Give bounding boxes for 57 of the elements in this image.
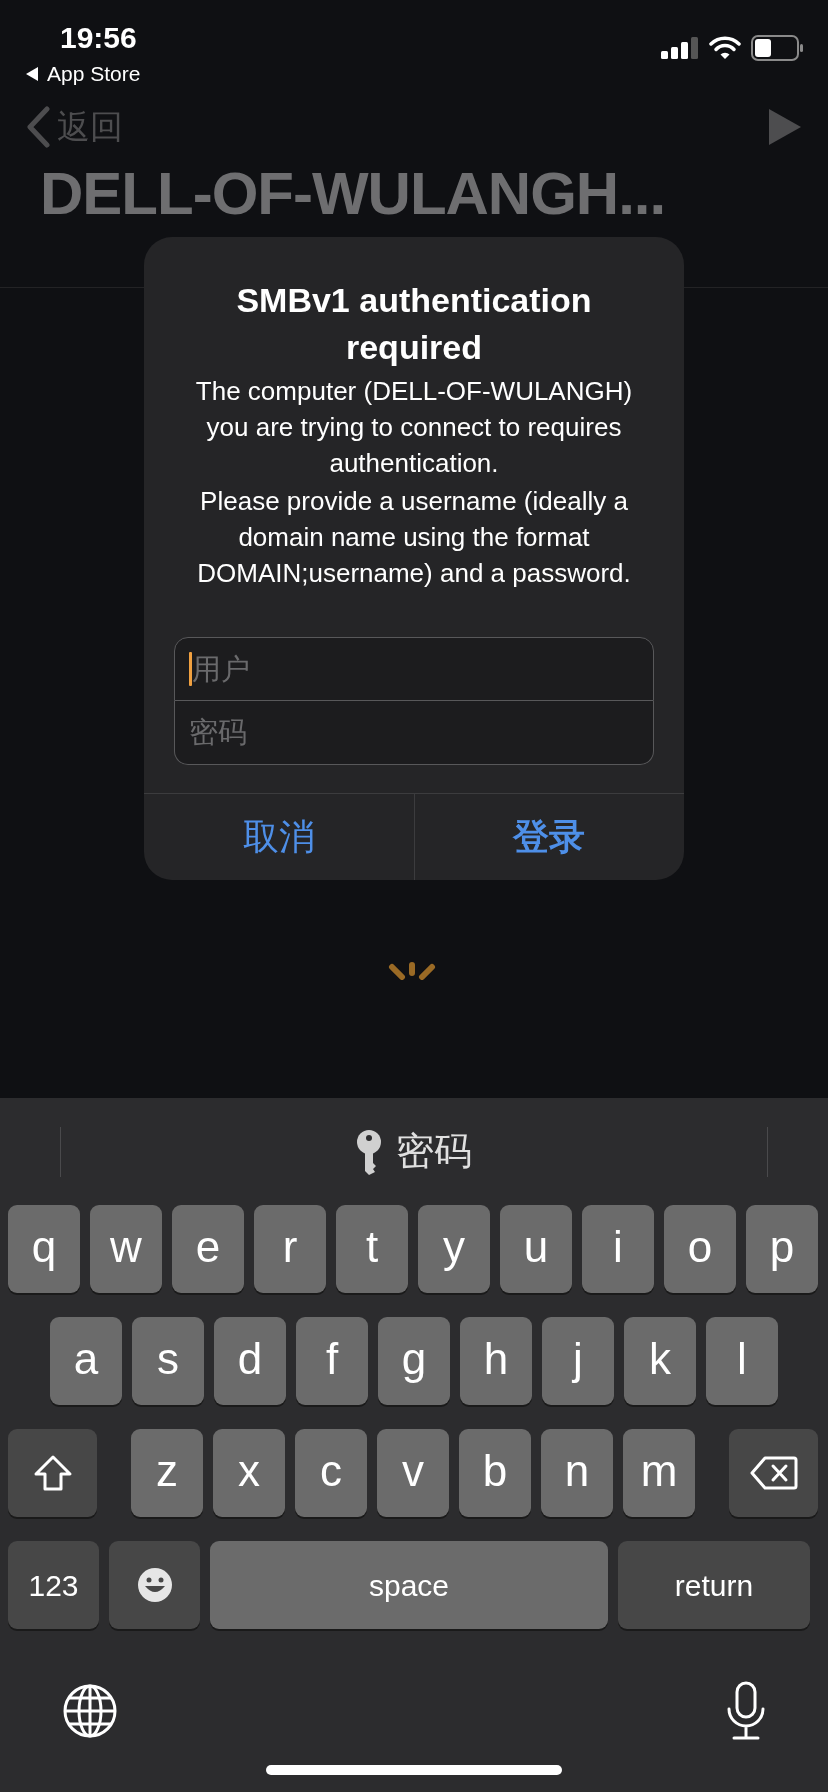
letter-key[interactable]: i <box>582 1205 654 1293</box>
input-field[interactable]: 密码 <box>174 701 654 765</box>
password-suggestion[interactable]: 密码 <box>356 1123 472 1180</box>
letter-key[interactable]: y <box>418 1205 490 1293</box>
key-icon <box>356 1128 382 1175</box>
cancel-button[interactable]: 取消 <box>144 794 414 880</box>
globe-icon[interactable] <box>62 1683 118 1739</box>
login-button[interactable]: 登录 <box>413 794 684 880</box>
letter-key[interactable]: s <box>132 1317 204 1405</box>
return-key[interactable]: return <box>618 1541 810 1629</box>
letter-key[interactable]: k <box>624 1317 696 1405</box>
letter-key[interactable]: b <box>459 1429 531 1517</box>
letter-key[interactable]: j <box>542 1317 614 1405</box>
dialog-message: The computer (DELL-OF-WULANGH) you are trying to connect to requires authentication. <box>194 375 634 480</box>
letter-key[interactable]: l <box>706 1317 778 1405</box>
letter-key[interactable]: w <box>90 1205 162 1293</box>
input-field[interactable]: 用户 <box>174 637 654 701</box>
letter-key[interactable]: h <box>460 1317 532 1405</box>
letter-key[interactable]: q <box>8 1205 80 1293</box>
page-title: DELL-OF-WULANGH... <box>40 159 666 229</box>
letter-key[interactable]: u <box>500 1205 572 1293</box>
letter-key[interactable]: a <box>50 1317 122 1405</box>
microphone-icon[interactable] <box>726 1681 766 1741</box>
shift-icon <box>32 1454 73 1492</box>
letter-key[interactable]: d <box>214 1317 286 1405</box>
text-input[interactable]: 密码 <box>189 707 639 758</box>
dialog-message: Please provide a username (ideally a domain name using the format DOMAIN;username) and a password. <box>196 485 632 590</box>
battery-icon <box>751 35 803 61</box>
signal-icon <box>661 37 699 59</box>
backspace-key[interactable] <box>729 1429 818 1517</box>
letter-key[interactable]: p <box>746 1205 818 1293</box>
letter-key[interactable]: f <box>296 1317 368 1405</box>
letter-key[interactable]: o <box>664 1205 736 1293</box>
wifi-icon <box>709 36 741 60</box>
dialog-title: SMBv1 authentication required <box>235 280 593 368</box>
letter-key[interactable]: r <box>254 1205 326 1293</box>
letter-key[interactable]: v <box>377 1429 449 1517</box>
letter-key[interactable]: g <box>378 1317 450 1405</box>
spinner-icon <box>388 962 436 980</box>
smiley-icon <box>136 1567 173 1603</box>
status-time: 19:56 <box>60 20 137 56</box>
back-app-label[interactable]: App Store <box>47 60 141 88</box>
letter-key[interactable]: n <box>541 1429 613 1517</box>
shift-key[interactable] <box>8 1429 97 1517</box>
chevron-left-icon <box>25 106 51 148</box>
emoji-key[interactable] <box>109 1541 200 1629</box>
letter-key[interactable]: e <box>172 1205 244 1293</box>
text-input[interactable]: 用户 <box>192 644 639 694</box>
back-triangle-icon <box>25 66 39 82</box>
letter-key[interactable]: t <box>336 1205 408 1293</box>
space-key[interactable]: space <box>210 1541 608 1629</box>
letter-key[interactable]: x <box>213 1429 285 1517</box>
letter-key[interactable]: c <box>295 1429 367 1517</box>
letter-key[interactable]: m <box>623 1429 695 1517</box>
letter-key[interactable]: z <box>131 1429 203 1517</box>
numbers-key[interactable]: 123 <box>8 1541 99 1629</box>
backspace-icon <box>749 1456 798 1490</box>
